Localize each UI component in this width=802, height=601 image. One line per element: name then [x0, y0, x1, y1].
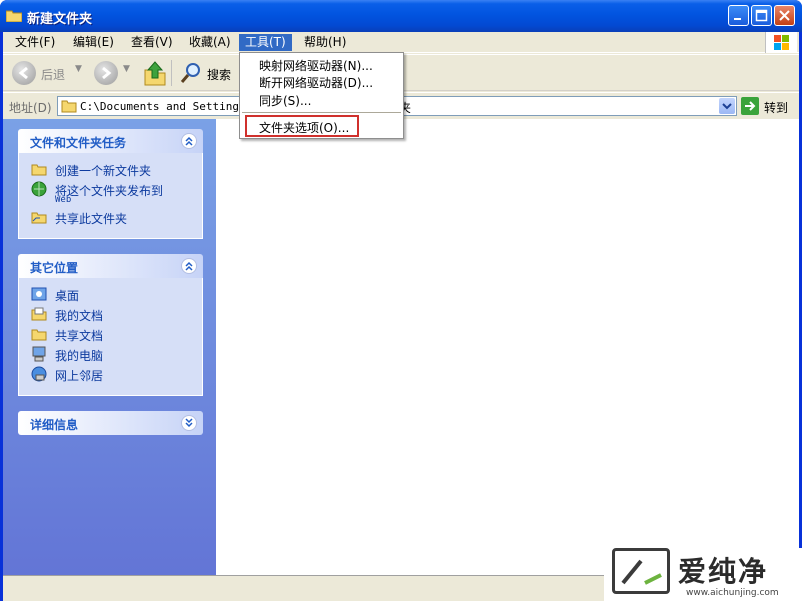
desktop-icon	[31, 287, 47, 301]
address-dropdown-button[interactable]	[719, 98, 735, 114]
back-button[interactable]	[12, 61, 36, 85]
place-network[interactable]: 网上邻居	[19, 364, 202, 384]
close-icon	[779, 10, 790, 21]
task-new-folder-label: 创建一个新文件夹	[55, 164, 152, 178]
place-my-documents[interactable]: 我的文档	[19, 304, 202, 324]
watermark-logo-icon	[612, 548, 670, 594]
other-places-body: 桌面 我的文档 共享文档 我的电脑 网上邻居	[18, 278, 203, 396]
tools-menu-dropdown: 映射网络驱动器(N)... 断开网络驱动器(D)... 同步(S)... 文件夹…	[239, 52, 404, 139]
task-share-folder[interactable]: 共享此文件夹	[19, 207, 202, 227]
menu-tools[interactable]: 工具(T)	[239, 34, 292, 51]
menu-edit[interactable]: 编辑(E)	[67, 34, 120, 51]
menu-item-map-drive[interactable]: 映射网络驱动器(N)...	[259, 57, 373, 74]
watermark-url: www.aichunjing.com	[686, 588, 779, 598]
menu-help[interactable]: 帮助(H)	[298, 34, 352, 51]
task-share-label: 共享此文件夹	[55, 212, 128, 226]
new-folder-icon	[31, 164, 47, 176]
menu-favorites[interactable]: 收藏(A)	[183, 34, 237, 51]
file-tasks-panel: 文件和文件夹任务 创建一个新文件夹 将这个文件夹发布到 Web 共享此文件夹	[18, 129, 203, 239]
close-button[interactable]	[774, 5, 795, 26]
search-label[interactable]: 搜索	[207, 66, 231, 83]
up-folder-icon[interactable]	[143, 60, 167, 86]
place-my-computer-label: 我的电脑	[55, 349, 104, 363]
back-dropdown-icon[interactable]: ▼	[75, 64, 82, 74]
watermark-brand: 爱纯净	[678, 555, 769, 588]
back-label: 后退	[41, 68, 66, 82]
title-bar[interactable]: 新建文件夹	[0, 0, 802, 32]
menu-separator	[242, 112, 401, 113]
folder-content-area[interactable]	[216, 119, 799, 575]
folder-icon	[61, 100, 77, 113]
forward-button[interactable]	[94, 61, 118, 85]
task-publish-web[interactable]: 将这个文件夹发布到 Web	[19, 179, 202, 207]
place-desktop[interactable]: 桌面	[19, 284, 202, 304]
task-pane: 文件和文件夹任务 创建一个新文件夹 将这个文件夹发布到 Web 共享此文件夹 其…	[3, 119, 216, 575]
collapse-icon[interactable]	[181, 133, 197, 149]
details-header[interactable]: 详细信息	[18, 411, 203, 435]
menu-bar: 文件(F) 编辑(E) 查看(V) 收藏(A) 工具(T) 帮助(H)	[3, 32, 799, 53]
file-tasks-title: 文件和文件夹任务	[30, 136, 127, 150]
maximize-icon	[755, 9, 768, 22]
other-places-title: 其它位置	[30, 261, 79, 275]
task-new-folder[interactable]: 创建一个新文件夹	[19, 159, 202, 179]
computer-icon	[32, 346, 46, 362]
shared-folder-icon	[31, 212, 47, 224]
network-icon	[31, 366, 47, 382]
search-icon[interactable]	[179, 61, 203, 85]
collapse-icon[interactable]	[181, 258, 197, 274]
menu-item-disconnect-drive[interactable]: 断开网络驱动器(D)...	[259, 74, 373, 91]
place-desktop-label: 桌面	[55, 289, 80, 303]
window-title: 新建文件夹	[27, 12, 93, 27]
forward-arrow-icon	[102, 66, 112, 80]
menu-item-folder-options[interactable]: 文件夹选项(O)...	[259, 119, 349, 136]
expand-icon[interactable]	[181, 415, 197, 431]
menu-file[interactable]: 文件(F)	[9, 34, 61, 51]
minimize-button[interactable]	[728, 5, 749, 26]
place-network-label: 网上邻居	[55, 369, 104, 383]
watermark: 爱纯净 www.aichunjing.com	[604, 548, 802, 601]
windows-logo-icon	[765, 32, 797, 53]
other-places-panel: 其它位置 桌面 我的文档 共享文档 我的电脑 网上邻居	[18, 254, 203, 396]
place-my-documents-label: 我的文档	[55, 309, 104, 323]
minimize-icon	[734, 18, 741, 20]
address-label: 地址(D)	[9, 101, 52, 115]
shared-documents-icon	[31, 329, 47, 341]
address-path: C:\Documents and Settings\A	[80, 100, 259, 113]
task-publish-web-label: Web	[55, 195, 72, 205]
maximize-button[interactable]	[751, 5, 772, 26]
place-shared-documents-label: 共享文档	[55, 329, 104, 343]
forward-dropdown-icon[interactable]: ▼	[123, 64, 130, 74]
go-button[interactable]	[741, 97, 759, 115]
details-title: 详细信息	[30, 418, 79, 432]
menu-item-sync[interactable]: 同步(S)...	[259, 92, 311, 109]
chevron-down-icon	[722, 103, 732, 110]
explorer-window: 新建文件夹 文件(F) 编辑(E) 查看(V) 收藏(A) 工具(T) 帮助(H…	[0, 0, 802, 601]
globe-icon	[31, 181, 47, 197]
menu-view[interactable]: 查看(V)	[125, 34, 179, 51]
file-tasks-body: 创建一个新文件夹 将这个文件夹发布到 Web 共享此文件夹	[18, 153, 203, 239]
my-documents-icon	[31, 307, 47, 321]
other-places-header[interactable]: 其它位置	[18, 254, 203, 278]
details-panel: 详细信息	[18, 411, 203, 435]
place-shared-documents[interactable]: 共享文档	[19, 324, 202, 344]
go-label[interactable]: 转到	[764, 99, 788, 116]
back-arrow-icon	[18, 66, 28, 80]
file-tasks-header[interactable]: 文件和文件夹任务	[18, 129, 203, 153]
toolbar-separator	[171, 60, 172, 86]
place-my-computer[interactable]: 我的电脑	[19, 344, 202, 364]
go-arrow-icon	[745, 101, 756, 111]
folder-icon	[6, 10, 22, 22]
